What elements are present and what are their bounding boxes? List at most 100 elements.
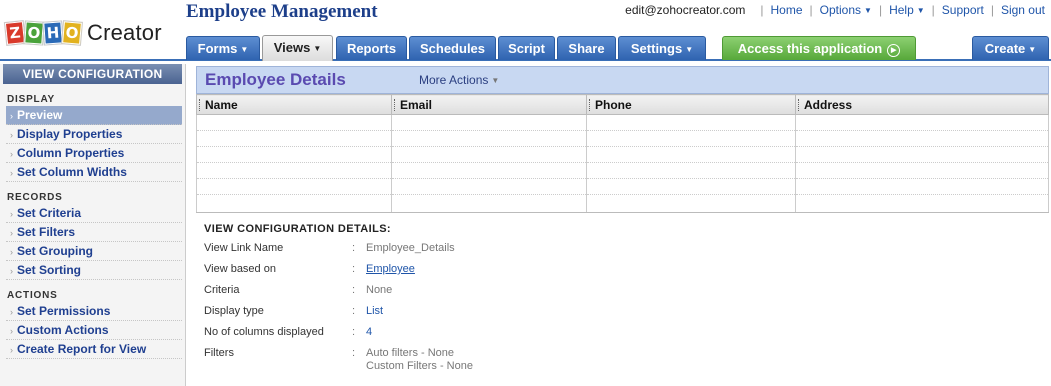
auto-filters-value: Auto filters - None: [366, 347, 455, 359]
column-resize-handle[interactable]: [199, 99, 201, 111]
user-email: edit@zohocreator.com: [625, 3, 746, 17]
access-application-label: Access this application: [737, 41, 883, 56]
table-row: [196, 114, 1049, 131]
column-header-label: Name: [205, 97, 238, 112]
sidebar-item-set-filters[interactable]: › Set Filters: [6, 223, 182, 242]
sidebar-item-label: Create Report for View: [17, 342, 147, 356]
view-grid: Name Email Phone Address: [196, 94, 1049, 213]
detail-row-filters: Filters : Auto filters - None Custom Fil…: [204, 347, 473, 377]
detail-value: 4: [366, 326, 373, 338]
table-cell: [391, 114, 587, 131]
detail-colon: :: [352, 326, 356, 338]
table-cell: [196, 114, 392, 131]
sidebar-item-set-column-widths[interactable]: › Set Column Widths: [6, 163, 182, 182]
sidebar-item-set-permissions[interactable]: › Set Permissions: [6, 302, 182, 321]
column-header-email[interactable]: Email: [391, 94, 587, 115]
chevron-down-icon: ▼: [864, 6, 872, 15]
chevron-right-icon: ›: [10, 149, 13, 159]
sidebar-item-label: Preview: [17, 108, 63, 122]
table-cell: [795, 114, 1049, 131]
help-menu[interactable]: Help ▼: [889, 3, 925, 17]
nav-separator: |: [809, 3, 813, 17]
table-cell: [586, 162, 796, 179]
detail-colon: :: [352, 242, 356, 254]
sidebar-section-display: Display: [7, 94, 56, 105]
create-button[interactable]: Create ▼: [972, 36, 1049, 60]
application-title[interactable]: Employee Management: [186, 1, 378, 23]
options-menu[interactable]: Options ▼: [820, 3, 872, 17]
more-actions-label: More Actions: [419, 73, 489, 87]
table-cell: [391, 146, 587, 163]
table-cell: [196, 162, 392, 179]
nav-separator: |: [990, 3, 994, 17]
table-cell: [391, 194, 587, 213]
detail-row-view-link-name: View Link Name : Employee_Details: [204, 242, 473, 263]
table-cell: [196, 178, 392, 195]
sidebar-item-set-criteria[interactable]: › Set Criteria: [6, 204, 182, 223]
access-application-button[interactable]: Access this application ▶: [722, 36, 916, 60]
column-header-address[interactable]: Address: [795, 94, 1049, 115]
sidebar-item-custom-actions[interactable]: › Custom Actions: [6, 321, 182, 340]
detail-label: View Link Name: [204, 242, 284, 254]
sidebar-item-set-grouping[interactable]: › Set Grouping: [6, 242, 182, 261]
sidebar-section-actions: Actions: [7, 290, 58, 301]
table-row: [196, 146, 1049, 163]
table-row: [196, 130, 1049, 147]
sidebar-item-set-sorting[interactable]: › Set Sorting: [6, 261, 182, 280]
detail-label: Display type: [204, 305, 264, 317]
chevron-right-icon: ›: [10, 266, 13, 276]
base-form-link[interactable]: Employee: [366, 263, 415, 284]
more-actions-menu[interactable]: More Actions ▼: [419, 73, 499, 87]
support-link[interactable]: Support: [942, 3, 984, 17]
main-tab-bar: Forms ▼ Views ▼ Reports Schedules Script S…: [0, 35, 1051, 61]
sidebar-item-create-report-for-view[interactable]: › Create Report for View: [6, 340, 182, 359]
table-row: [196, 194, 1049, 213]
chevron-down-icon: ▼: [313, 44, 322, 53]
detail-row-columns-displayed: No of columns displayed : 4: [204, 326, 473, 347]
chevron-right-icon: ›: [10, 345, 13, 355]
chevron-right-icon: ›: [10, 209, 13, 219]
column-resize-handle[interactable]: [394, 99, 396, 111]
tab-views[interactable]: Views ▼: [262, 35, 333, 61]
column-header-label: Email: [400, 97, 433, 112]
tab-reports[interactable]: Reports: [336, 36, 407, 60]
chevron-right-icon: ›: [10, 168, 13, 178]
detail-colon: :: [352, 305, 356, 317]
tab-forms-label: Forms: [197, 41, 238, 56]
create-label: Create: [984, 41, 1026, 56]
home-link[interactable]: Home: [771, 3, 803, 17]
column-resize-handle[interactable]: [589, 99, 591, 111]
column-header-name[interactable]: Name: [196, 94, 392, 115]
tab-schedules[interactable]: Schedules: [409, 36, 496, 60]
tab-settings-label: Settings: [630, 41, 683, 56]
chevron-right-icon: ›: [10, 228, 13, 238]
tab-forms[interactable]: Forms ▼: [186, 36, 260, 60]
view-title: Employee Details: [205, 70, 346, 89]
table-cell: [586, 130, 796, 147]
tab-script[interactable]: Script: [498, 36, 555, 60]
table-row: [196, 162, 1049, 179]
detail-value: Employee_Details: [366, 242, 455, 254]
tab-share[interactable]: Share: [557, 36, 616, 60]
sidebar-item-preview[interactable]: › Preview: [6, 106, 182, 125]
chevron-down-icon: ▼: [685, 45, 694, 54]
table-cell: [795, 146, 1049, 163]
sidebar-item-column-properties[interactable]: › Column Properties: [6, 144, 182, 163]
tab-settings[interactable]: Settings ▼: [618, 36, 706, 60]
chevron-down-icon: ▼: [916, 6, 925, 15]
detail-label: Criteria: [204, 284, 240, 296]
nav-separator: |: [931, 3, 935, 17]
table-cell: [586, 146, 796, 163]
column-header-phone[interactable]: Phone: [586, 94, 796, 115]
view-header: Employee Details More Actions ▼: [196, 66, 1049, 94]
sidebar-item-label: Set Column Widths: [17, 165, 127, 179]
detail-value: Auto filters - None Custom Filters - Non…: [366, 347, 473, 377]
options-label: Options: [819, 3, 862, 17]
column-resize-handle[interactable]: [798, 99, 800, 111]
chevron-right-icon: ›: [10, 130, 13, 140]
sidebar-item-label: Display Properties: [17, 127, 123, 141]
custom-filters-value: Custom Filters - None: [366, 360, 473, 372]
detail-label: No of columns displayed: [204, 326, 324, 338]
sign-out-link[interactable]: Sign out: [1001, 3, 1045, 17]
sidebar-item-display-properties[interactable]: › Display Properties: [6, 125, 182, 144]
